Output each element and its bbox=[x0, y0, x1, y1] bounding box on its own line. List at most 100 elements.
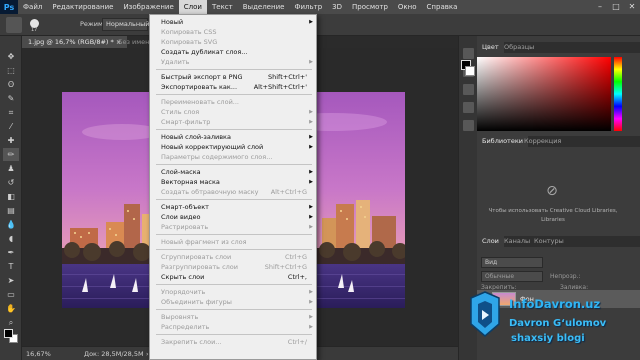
layer-menu-item: Сгруппировать слои Ctrl+G bbox=[150, 252, 316, 262]
submenu-arrow-icon: ▶ bbox=[309, 289, 313, 295]
menu-item-label: Создать обтравочную маску bbox=[161, 188, 259, 196]
menu-item-shortcut: Alt+Shift+Ctrl+' bbox=[253, 83, 307, 91]
move-icon[interactable]: ✥ bbox=[3, 50, 19, 63]
type-icon[interactable]: T bbox=[3, 260, 19, 273]
layer-menu-item[interactable]: Создать дубликат слоя... bbox=[150, 47, 316, 57]
menu-item-shortcut: Ctrl+G bbox=[284, 253, 307, 261]
submenu-arrow-icon: ▶ bbox=[309, 204, 313, 210]
eraser-icon[interactable]: ◧ bbox=[3, 190, 19, 203]
layer-menu-item: Упорядочить ▶ bbox=[150, 287, 316, 297]
layer-menu-item[interactable]: Новый слой-заливка ▶ bbox=[150, 132, 316, 142]
layer-menu-item: Закрепить слои... Ctrl+/ bbox=[150, 337, 316, 347]
layer-menu-item: Выровнять ▶ bbox=[150, 312, 316, 322]
menu-item-label: Новый фрагмент из слоя bbox=[161, 238, 247, 246]
menu-3d[interactable]: 3D bbox=[327, 0, 347, 14]
layer-menu-item[interactable]: Смарт-объект ▶ bbox=[150, 202, 316, 212]
layers-panel-tabs: Слои Каналы Контуры bbox=[477, 236, 640, 247]
crop-icon[interactable]: ⌗ bbox=[3, 106, 19, 119]
layer-menu-item[interactable]: Скрыть слои Ctrl+, bbox=[150, 272, 316, 282]
marquee-icon[interactable]: ⬚ bbox=[3, 64, 19, 77]
tab-adjustments[interactable]: Коррекция bbox=[519, 136, 566, 147]
color-picker-field[interactable] bbox=[477, 57, 611, 131]
minimize-icon[interactable]: – bbox=[592, 0, 608, 14]
menu-separator bbox=[156, 234, 312, 235]
menu-separator bbox=[156, 284, 312, 285]
menu-layers[interactable]: Слои bbox=[178, 0, 207, 14]
library-panel-tabs: Библиотеки Коррекция bbox=[477, 136, 640, 147]
tab-paths[interactable]: Контуры bbox=[529, 236, 569, 247]
lasso-icon[interactable]: ʘ bbox=[3, 78, 19, 91]
menu-file[interactable]: Файл bbox=[18, 0, 47, 14]
hand-icon[interactable]: ✋ bbox=[3, 302, 19, 315]
path-select-icon[interactable]: ➤ bbox=[3, 274, 19, 287]
tab-swatches[interactable]: Образцы bbox=[499, 42, 539, 53]
menu-select[interactable]: Выделение bbox=[238, 0, 290, 14]
pen-icon[interactable]: ✒ bbox=[3, 246, 19, 259]
menu-item-label: Копировать CSS bbox=[161, 28, 217, 36]
shape-icon[interactable]: ▭ bbox=[3, 288, 19, 301]
menu-separator bbox=[156, 309, 312, 310]
submenu-arrow-icon: ▶ bbox=[309, 169, 313, 175]
layer-menu-item: Удалить ▶ bbox=[150, 57, 316, 67]
hue-slider[interactable] bbox=[614, 57, 622, 131]
layer-menu-item[interactable]: Слои видео ▶ bbox=[150, 212, 316, 222]
menu-item-shortcut: Shift+Ctrl+' bbox=[267, 73, 307, 81]
menu-item-label: Смарт-фильтр bbox=[161, 118, 211, 126]
menu-item-shortcut: Shift+Ctrl+G bbox=[264, 263, 307, 271]
layer-menu-item: Разгруппировать слои Shift+Ctrl+G bbox=[150, 262, 316, 272]
layer-menu-item[interactable]: Слой-маска ▶ bbox=[150, 167, 316, 177]
foreground-color-swatch[interactable] bbox=[4, 329, 13, 338]
brush-icon[interactable]: ✏ bbox=[3, 148, 19, 161]
history-panel-icon[interactable] bbox=[463, 48, 474, 59]
color-panel-background-swatch[interactable] bbox=[465, 66, 475, 76]
layer-menu-item[interactable]: Новый ▶ bbox=[150, 17, 316, 27]
submenu-arrow-icon: ▶ bbox=[309, 299, 313, 305]
menu-view[interactable]: Просмотр bbox=[347, 0, 393, 14]
menu-separator bbox=[156, 164, 312, 165]
document-tab-label: 1.jpg @ 16,7% (RGB/8#) * bbox=[28, 38, 114, 46]
menu-filter[interactable]: Фильтр bbox=[289, 0, 327, 14]
layer-menu-item[interactable]: Новый корректирующий слой ▶ bbox=[150, 142, 316, 152]
paragraph-panel-icon[interactable] bbox=[463, 102, 474, 113]
mode-select[interactable]: Нормальный bbox=[102, 18, 149, 31]
character-panel-icon[interactable] bbox=[463, 84, 474, 95]
eyedropper-icon[interactable]: ⁄ bbox=[3, 120, 19, 133]
menu-help[interactable]: Справка bbox=[422, 0, 463, 14]
close-icon[interactable]: ✕ bbox=[624, 0, 640, 14]
layer-menu-item: Объединить фигуры ▶ bbox=[150, 297, 316, 307]
menu-edit[interactable]: Редактирование bbox=[47, 0, 118, 14]
watermark-subtitle: shaxsiy blogi bbox=[511, 333, 585, 344]
layer-kind-filter[interactable]: Вид bbox=[481, 257, 543, 268]
menu-type[interactable]: Текст bbox=[207, 0, 238, 14]
menu-item-label: Новый корректирующий слой bbox=[161, 143, 264, 151]
healing-icon[interactable]: ✚ bbox=[3, 134, 19, 147]
history-brush-icon[interactable]: ↺ bbox=[3, 176, 19, 189]
layer-menu-item[interactable]: Экспортировать как... Alt+Shift+Ctrl+' bbox=[150, 82, 316, 92]
gradient-icon[interactable]: ▤ bbox=[3, 204, 19, 217]
stamp-icon[interactable]: ♟ bbox=[3, 162, 19, 175]
menu-image[interactable]: Изображение bbox=[118, 0, 178, 14]
menu-item-label: Распределить bbox=[161, 323, 210, 331]
menu-item-label: Векторная маска bbox=[161, 178, 220, 186]
brush-panel-icon[interactable] bbox=[463, 120, 474, 131]
blend-mode-select[interactable]: Обычные bbox=[481, 271, 543, 282]
menu-item-label: Растрировать bbox=[161, 223, 209, 231]
menu-item-label: Копировать SVG bbox=[161, 38, 218, 46]
layer-menu-item[interactable]: Векторная маска ▶ bbox=[150, 177, 316, 187]
brush-preset-picker[interactable]: 17 bbox=[28, 18, 50, 33]
zoom-level[interactable]: 16,67% bbox=[26, 350, 51, 358]
brush-size-value: 17 bbox=[31, 27, 38, 33]
submenu-arrow-icon: ▶ bbox=[309, 144, 313, 150]
menu-separator bbox=[156, 69, 312, 70]
maximize-icon[interactable]: □ bbox=[608, 0, 624, 14]
watermark-author: Davron G‘ulomov bbox=[509, 318, 607, 329]
zoom-icon[interactable]: ⌕ bbox=[3, 316, 19, 329]
menu-window[interactable]: Окно bbox=[393, 0, 422, 14]
dodge-icon[interactable]: ◖ bbox=[3, 232, 19, 245]
menu-item-label: Сгруппировать слои bbox=[161, 253, 232, 261]
layer-menu-item[interactable]: Быстрый экспорт в PNG Shift+Ctrl+' bbox=[150, 72, 316, 82]
tool-preset-icon[interactable] bbox=[6, 17, 22, 33]
layer-menu-item: Параметры содержимого слоя... bbox=[150, 152, 316, 162]
quick-select-icon[interactable]: ✎ bbox=[3, 92, 19, 105]
blur-icon[interactable]: 💧 bbox=[3, 218, 19, 231]
